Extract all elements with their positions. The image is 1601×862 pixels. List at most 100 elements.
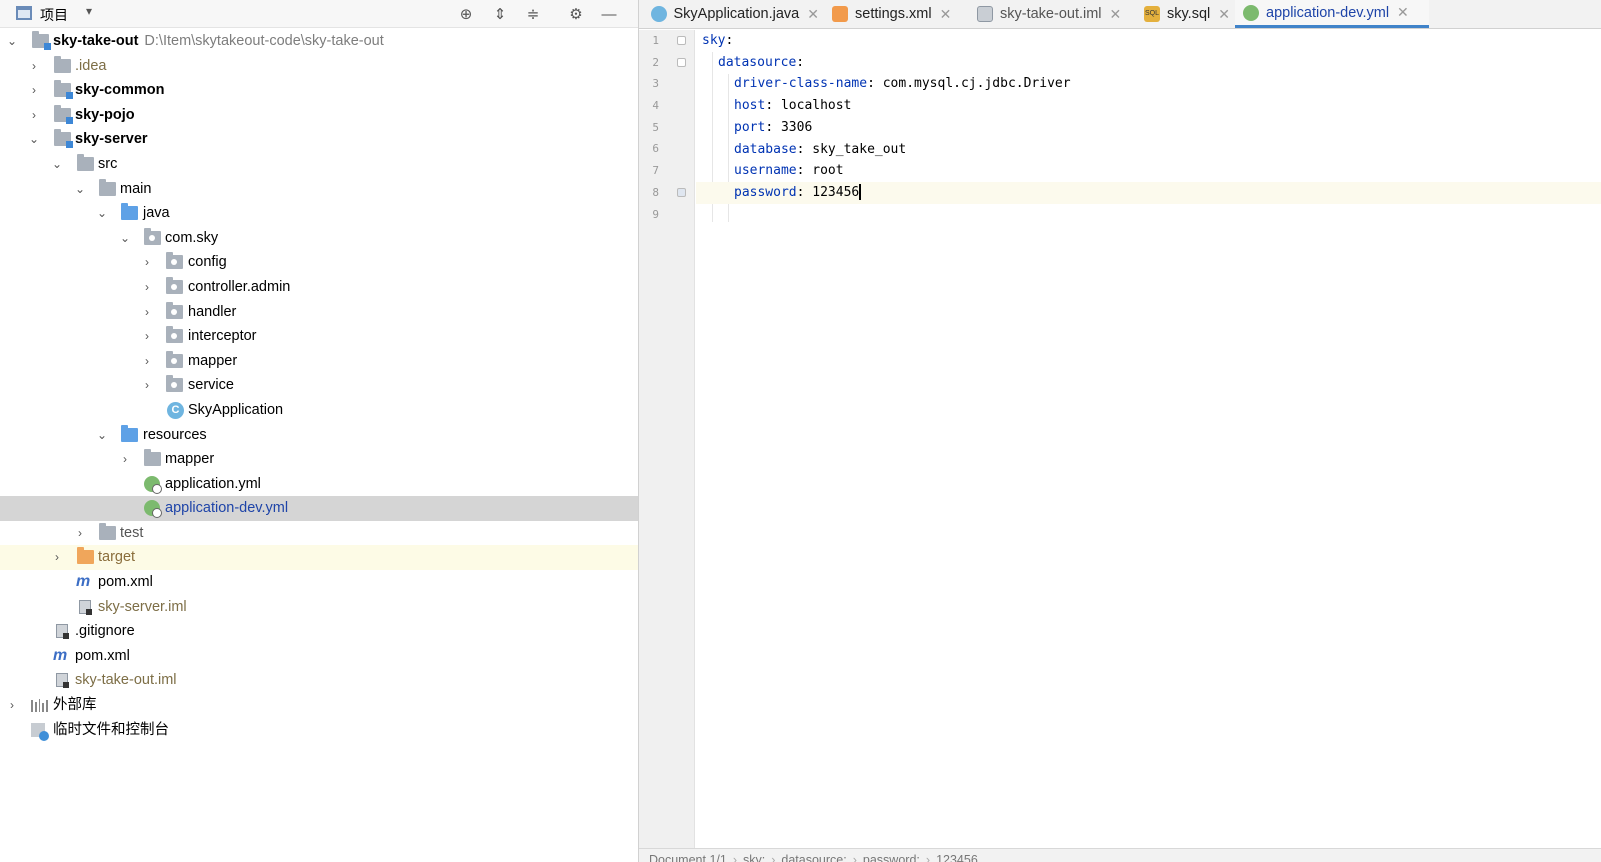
close-icon[interactable]: ✕ xyxy=(1218,6,1230,23)
chevron-right-icon[interactable]: › xyxy=(74,521,86,546)
code-line[interactable]: username: root xyxy=(696,160,1601,182)
tree-item-main[interactable]: ⌄ main xyxy=(0,177,638,202)
chevron-down-icon[interactable]: ▾ xyxy=(86,4,92,18)
yaml-key: host xyxy=(734,98,766,114)
chevron-right-icon[interactable]: › xyxy=(141,250,153,275)
close-icon[interactable]: ✕ xyxy=(1110,6,1122,23)
tree-item-server-iml[interactable]: sky-server.iml xyxy=(0,595,638,620)
tree-item-interceptor[interactable]: › interceptor xyxy=(0,324,638,349)
tree-item-src[interactable]: ⌄ src xyxy=(0,152,638,177)
chevron-down-icon[interactable]: ⌄ xyxy=(51,152,63,177)
code-line[interactable]: port: 3306 xyxy=(696,117,1601,139)
code-line-current[interactable]: password: 123456 xyxy=(696,181,1601,204)
chevron-right-icon[interactable]: › xyxy=(119,447,131,472)
code-line[interactable] xyxy=(696,204,1601,226)
code-line[interactable]: driver-class-name: com.mysql.cj.jdbc.Dri… xyxy=(696,73,1601,95)
settings-icon[interactable]: ⚙ xyxy=(565,3,587,25)
locate-icon[interactable]: ⊕ xyxy=(455,3,477,25)
tree-item-resources-mapper[interactable]: › mapper xyxy=(0,447,638,472)
close-icon[interactable]: ✕ xyxy=(940,6,952,23)
fold-icon[interactable] xyxy=(677,58,686,67)
breadcrumb-item[interactable]: sky: xyxy=(743,853,765,862)
breadcrumb-item[interactable]: 123456 xyxy=(936,853,978,862)
tree-item-handler[interactable]: › handler xyxy=(0,300,638,325)
project-view-title[interactable]: 项目 xyxy=(40,5,68,25)
chevron-right-icon[interactable]: › xyxy=(141,349,153,374)
chevron-right-icon[interactable]: › xyxy=(141,275,153,300)
breadcrumb-item[interactable]: Document 1/1 xyxy=(649,853,727,862)
breadcrumb-item[interactable]: datasource: xyxy=(781,853,846,862)
tree-item-sky-common[interactable]: › sky-common xyxy=(0,78,638,103)
tree-item-server-pom[interactable]: m pom.xml xyxy=(0,570,638,595)
tree-item-gitignore[interactable]: .gitignore xyxy=(0,619,638,644)
tree-item-label: java xyxy=(143,205,170,222)
tree-item-sky-take-out[interactable]: ⌄ sky-take-out D:\Item\skytakeout-code\sk… xyxy=(0,29,638,54)
tab-application-dev-yml[interactable]: application-dev.yml ✕ xyxy=(1235,0,1429,28)
package-icon xyxy=(166,252,183,270)
minimize-icon[interactable]: — xyxy=(598,3,620,25)
expand-all-icon[interactable]: ⇕ xyxy=(489,3,511,25)
tree-item-application-dev-yml[interactable]: application-dev.yml xyxy=(0,496,638,521)
tree-item-root-iml[interactable]: sky-take-out.iml xyxy=(0,668,638,693)
close-icon[interactable]: ✕ xyxy=(807,6,819,23)
yaml-key: password xyxy=(734,184,797,200)
tree-item-label: .gitignore xyxy=(75,623,135,640)
chevron-down-icon[interactable]: ⌄ xyxy=(6,29,18,54)
fold-end-icon[interactable] xyxy=(677,188,686,197)
tab-label: SkyApplication.java xyxy=(673,6,800,22)
code-line[interactable]: sky: xyxy=(696,30,1601,52)
code-line[interactable]: database: sky_take_out xyxy=(696,139,1601,161)
chevron-right-icon[interactable]: › xyxy=(141,324,153,349)
tree-item-java[interactable]: ⌄ java xyxy=(0,201,638,226)
chevron-right-icon[interactable]: › xyxy=(28,78,40,103)
tree-item-label: resources xyxy=(143,426,207,443)
chevron-down-icon[interactable]: ⌄ xyxy=(96,423,108,448)
code-line[interactable]: datasource: xyxy=(696,52,1601,74)
tree-item-sky-server[interactable]: ⌄ sky-server xyxy=(0,127,638,152)
tree-item-com-sky[interactable]: ⌄ com.sky xyxy=(0,226,638,251)
chevron-right-icon[interactable]: › xyxy=(6,693,18,718)
chevron-down-icon[interactable]: ⌄ xyxy=(96,201,108,226)
tree-item-target[interactable]: › target xyxy=(0,545,638,571)
breadcrumb-item[interactable]: password: xyxy=(863,853,920,862)
tab-sky-sql[interactable]: SQL sky.sql ✕ xyxy=(1136,0,1232,28)
tree-item-sky-application[interactable]: C SkyApplication xyxy=(0,398,638,423)
tree-item-controller-admin[interactable]: › controller.admin xyxy=(0,275,638,300)
editor-tab-bar: SkyApplication.java ✕ settings.xml ✕ sky… xyxy=(639,0,1601,29)
tree-item-root-pom[interactable]: m pom.xml xyxy=(0,644,638,669)
close-icon[interactable]: ✕ xyxy=(1397,4,1409,21)
tree-item-sky-pojo[interactable]: › sky-pojo xyxy=(0,103,638,128)
collapse-all-icon[interactable]: ≑ xyxy=(522,3,544,25)
editor-gutter[interactable]: 1 2 3 4 5 6 7 8 9 xyxy=(639,30,695,848)
yaml-value: sky_take_out xyxy=(812,141,907,157)
line-number: 1 xyxy=(652,34,659,47)
chevron-down-icon[interactable]: ⌄ xyxy=(74,177,86,202)
tab-sky-take-out-iml[interactable]: sky-take-out.iml ✕ xyxy=(969,0,1129,28)
chevron-right-icon[interactable]: › xyxy=(51,545,63,570)
tree-item-service[interactable]: › service xyxy=(0,373,638,398)
tree-item-test[interactable]: › test xyxy=(0,521,638,546)
chevron-down-icon[interactable]: ⌄ xyxy=(119,226,131,251)
iml-file-icon xyxy=(79,599,92,615)
tree-item-config[interactable]: › config xyxy=(0,250,638,275)
tree-item-application-yml[interactable]: application.yml xyxy=(0,472,638,497)
tab-sky-application-java[interactable]: SkyApplication.java ✕ xyxy=(639,0,819,28)
fold-icon[interactable] xyxy=(677,36,686,45)
tree-item-resources[interactable]: ⌄ resources xyxy=(0,423,638,448)
project-panel: 项目 ▾ ⊕ ⇕ ≑ ⚙ — ⌄ sky-take-out D:\Item\sky… xyxy=(0,0,639,862)
breadcrumb-separator: › xyxy=(852,853,857,862)
tree-item-external-libraries[interactable]: › 外部库 xyxy=(0,693,638,718)
chevron-right-icon[interactable]: › xyxy=(28,103,40,128)
code-editor[interactable]: sky: datasource: driver-class-name: com.… xyxy=(696,30,1601,848)
project-view-icon xyxy=(16,6,32,20)
tab-settings-xml[interactable]: settings.xml ✕ xyxy=(824,0,962,28)
chevron-right-icon[interactable]: › xyxy=(141,373,153,398)
code-line[interactable]: host: localhost xyxy=(696,95,1601,117)
tree-item-label: pom.xml xyxy=(98,574,153,591)
tree-item-scratches[interactable]: 临时文件和控制台 xyxy=(0,718,638,743)
chevron-right-icon[interactable]: › xyxy=(28,54,40,79)
tree-item-idea[interactable]: › .idea xyxy=(0,54,638,79)
chevron-right-icon[interactable]: › xyxy=(141,300,153,325)
chevron-down-icon[interactable]: ⌄ xyxy=(28,127,40,152)
tree-item-mapper[interactable]: › mapper xyxy=(0,349,638,374)
